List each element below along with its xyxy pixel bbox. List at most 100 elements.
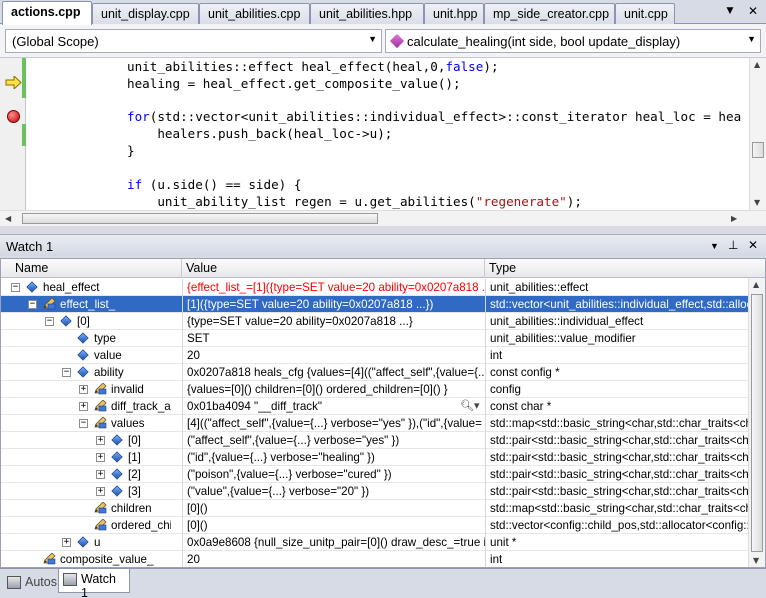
cell-type: unit *: [485, 534, 750, 551]
text-visualizer-icon[interactable]: 🔍︎▾: [460, 398, 480, 415]
expand-icon[interactable]: +: [79, 385, 88, 394]
cell-value[interactable]: {effect_list_=[1]({type=SET value=20 abi…: [182, 279, 485, 296]
cell-type: std::pair<std::basic_string<char,std::ch…: [485, 432, 750, 449]
tab-unit-cpp[interactable]: unit.cpp: [615, 3, 675, 24]
code-line[interactable]: unit_abilities::effect heal_effect(heal,…: [36, 58, 499, 75]
cell-value[interactable]: 0x0a9e8608 {null_size_unitp_pair=[0]() d…: [182, 534, 485, 551]
code-line[interactable]: healing = heal_effect.get_composite_valu…: [36, 75, 461, 92]
scroll-up-icon[interactable]: ▲: [753, 280, 759, 289]
tab-actions-cpp[interactable]: actions.cpp: [2, 1, 92, 25]
cell-value[interactable]: 20: [182, 551, 485, 567]
watch-row[interactable]: + [1] ("id",{value={...} verbose="healing"…: [1, 449, 750, 466]
scroll-thumb[interactable]: [22, 213, 378, 224]
cell-value[interactable]: ("affect_self",{value={...} verbose="yes…: [182, 432, 485, 449]
editor-horizontal-scrollbar[interactable]: ◀ ▶: [0, 210, 766, 226]
expand-icon[interactable]: +: [96, 487, 105, 496]
collapse-icon[interactable]: −: [45, 317, 54, 326]
pin-icon[interactable]: ⊥: [728, 238, 738, 252]
cell-value[interactable]: SET: [182, 330, 485, 347]
watch-row[interactable]: − values [4](("affect_self",{value={...} v…: [1, 415, 750, 432]
watch-row[interactable]: + invalid {values=[0]() children=[0]() ord…: [1, 381, 750, 398]
member-dropdown[interactable]: calculate_healing(int side, bool update_…: [385, 29, 761, 53]
watch-row[interactable]: composite_value_ 20 int: [1, 551, 750, 567]
value-text: 20: [187, 349, 200, 362]
watch-row[interactable]: + [0] ("affect_self",{value={...} verbose=…: [1, 432, 750, 449]
tab-unit-abilities-cpp[interactable]: unit_abilities.cpp: [199, 3, 310, 24]
watch-row[interactable]: + [2] ("poison",{value={...} verbose="cure…: [1, 466, 750, 483]
column-header-type[interactable]: Type: [485, 259, 765, 278]
watch-row[interactable]: ordered_children [0]() std::vector<config:…: [1, 517, 750, 534]
close-panel-icon[interactable]: ✕: [748, 238, 758, 252]
cell-value[interactable]: [0](): [182, 500, 485, 517]
watch-row[interactable]: + [3] ("value",{value={...} verbose="20" }…: [1, 483, 750, 500]
watch-row[interactable]: − heal_effect {effect_list_=[1]({type=SET …: [1, 279, 750, 296]
collapse-icon[interactable]: −: [79, 419, 88, 428]
watch-row[interactable]: − ability 0x0207a818 heals_cfg {values=[4]…: [1, 364, 750, 381]
scroll-right-icon[interactable]: ▶: [731, 214, 737, 223]
scroll-up-icon[interactable]: ▲: [754, 60, 760, 69]
column-header-name[interactable]: Name: [1, 259, 182, 278]
cell-value[interactable]: {type=SET value=20 ability=0x0207a818 ..…: [182, 313, 485, 330]
expand-icon[interactable]: +: [96, 453, 105, 462]
cell-value[interactable]: ("value",{value={...} verbose="20" }): [182, 483, 485, 500]
expand-icon[interactable]: +: [96, 436, 105, 445]
variable-name: ability: [94, 366, 124, 379]
tab-autos-label: Autos: [25, 575, 57, 589]
cell-value[interactable]: 0x01ba4094 "__diff_track" 🔍︎▾: [182, 398, 485, 415]
watch-grid[interactable]: Name Value Type − heal_effect {effect_list…: [0, 258, 766, 568]
code-line[interactable]: }: [36, 142, 135, 159]
tab-unit-abilities-hpp[interactable]: unit_abilities.hpp: [310, 3, 424, 24]
close-document-icon[interactable]: ✕: [746, 4, 760, 18]
watch-row[interactable]: + diff_track_attr 0x01ba4094 "__diff_track…: [1, 398, 750, 415]
code-line[interactable]: healers.push_back(heal_loc->u);: [36, 125, 392, 142]
watch-row[interactable]: children [0]() std::map<std::basic_string<…: [1, 500, 750, 517]
tab-unit-display-cpp[interactable]: unit_display.cpp: [92, 3, 199, 24]
watch-row[interactable]: − [0] {type=SET value=20 ability=0x0207a81…: [1, 313, 750, 330]
tab-watch-1[interactable]: Watch 1: [58, 569, 130, 598]
editor-vertical-scrollbar[interactable]: ▲ ▼: [749, 58, 766, 210]
scroll-left-icon[interactable]: ◀: [5, 214, 11, 223]
scroll-thumb[interactable]: [751, 294, 763, 552]
column-header-value[interactable]: Value: [182, 259, 485, 278]
collapse-icon[interactable]: −: [11, 283, 20, 292]
indicator-margin[interactable]: [0, 58, 26, 210]
scroll-thumb[interactable]: [752, 142, 764, 158]
expand-icon[interactable]: +: [79, 402, 88, 411]
cell-value[interactable]: ("poison",{value={...} verbose="cured" }…: [182, 466, 485, 483]
code-keyword: false: [445, 59, 484, 74]
watch-vertical-scrollbar[interactable]: ▲ ▼: [748, 278, 765, 567]
expand-icon[interactable]: +: [96, 470, 105, 479]
breakpoint-icon[interactable]: [7, 110, 20, 123]
watch-row[interactable]: − effect_list_ [1]({type=SET value=20 abil…: [1, 296, 750, 313]
collapse-icon[interactable]: −: [62, 368, 71, 377]
code-line[interactable]: for(std::vector<unit_abilities::individu…: [36, 108, 741, 125]
code-text[interactable]: unit_abilities::effect heal_effect(heal,…: [36, 58, 741, 210]
watch-row[interactable]: type SET unit_abilities::value_modifier: [1, 330, 750, 347]
field-icon: [93, 501, 107, 514]
tab-mp-side-creator-cpp[interactable]: mp_side_creator.cpp: [484, 3, 615, 24]
watch-row[interactable]: value 20 int: [1, 347, 750, 364]
scope-dropdown[interactable]: (Global Scope) ▼: [5, 29, 382, 53]
cell-value[interactable]: 20: [182, 347, 485, 364]
scroll-down-icon[interactable]: ▼: [753, 556, 759, 565]
variable-name: heal_effect: [43, 281, 100, 294]
cell-value[interactable]: ("id",{value={...} verbose="healing" }): [182, 449, 485, 466]
cell-value[interactable]: [4](("affect_self",{value={...} verbose=…: [182, 415, 485, 432]
cell-value[interactable]: 0x0207a818 heals_cfg {values=[4](("affec…: [182, 364, 485, 381]
tab-autos[interactable]: Autos: [2, 571, 58, 593]
tab-unit-hpp[interactable]: unit.hpp: [424, 3, 484, 24]
cell-value[interactable]: [0](): [182, 517, 485, 534]
collapse-icon[interactable]: −: [28, 300, 37, 309]
expand-icon[interactable]: +: [62, 538, 71, 547]
code-token: unit_ability_list regen = u.get_abilitie…: [36, 194, 476, 209]
code-editor[interactable]: unit_abilities::effect heal_effect(heal,…: [0, 58, 766, 226]
cell-type: unit_abilities::individual_effect: [485, 313, 750, 330]
window-position-dropdown-icon[interactable]: ▼: [710, 241, 719, 251]
cell-value[interactable]: [1]({type=SET value=20 ability=0x0207a81…: [182, 296, 485, 313]
cell-value[interactable]: {values=[0]() children=[0]() ordered_chi…: [182, 381, 485, 398]
tab-list-dropdown-icon[interactable]: ▼: [723, 4, 737, 18]
code-line[interactable]: unit_ability_list regen = u.get_abilitie…: [36, 193, 582, 210]
watch-row[interactable]: + u 0x0a9e8608 {null_size_unitp_pair=[0]()…: [1, 534, 750, 551]
code-line[interactable]: if (u.side() == side) {: [36, 176, 301, 193]
scroll-down-icon[interactable]: ▼: [754, 198, 760, 207]
